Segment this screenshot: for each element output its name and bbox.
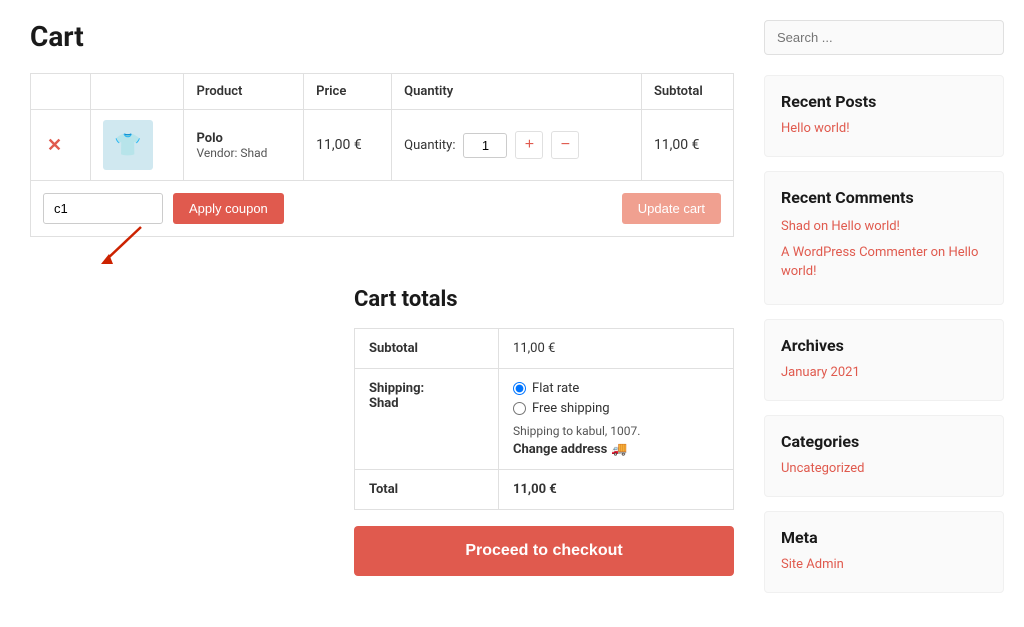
recent-comments-section: Recent Comments Shad on Hello world! A W… [764,171,1004,305]
checkout-button[interactable]: Proceed to checkout [354,526,734,576]
col-image [90,74,184,110]
archive-item[interactable]: January 2021 [781,365,987,380]
categories-section: Categories Uncategorized [764,415,1004,497]
search-input[interactable] [764,20,1004,55]
coupon-input[interactable] [43,193,163,224]
total-row: Total 11,00 € [355,470,734,510]
comment-author-1[interactable]: Shad [781,219,810,234]
product-image-cell: 👕 [90,110,184,181]
subtotal-row: Subtotal 11,00 € [355,329,734,369]
flat-rate-label: Flat rate [532,381,579,396]
col-price: Price [304,74,392,110]
category-item[interactable]: Uncategorized [781,461,987,476]
cart-totals-title: Cart totals [354,287,734,312]
update-cart-button[interactable]: Update cart [622,193,721,224]
archives-section: Archives January 2021 [764,319,1004,401]
shipping-info: Shipping to kabul, 1007. [513,424,719,438]
product-thumbnail: 👕 [103,120,153,170]
main-content: Cart Product Price Quantity Subtotal ✕ [30,20,734,607]
recent-posts-section: Recent Posts Hello world! [764,75,1004,157]
remove-item-button[interactable]: ✕ [43,135,66,156]
coupon-row: Apply coupon Update cart [30,181,734,237]
product-name: Polo [196,131,291,146]
cart-table: Product Price Quantity Subtotal ✕ 👕 [30,73,734,181]
product-subtotal-cell: 11,00 € [641,110,733,181]
quantity-increase-button[interactable]: + [515,131,543,159]
col-product: Product [184,74,304,110]
table-row: ✕ 👕 Polo Vendor: Shad 11,00 € [31,110,734,181]
shipping-options-cell: Flat rate Free shipping Shipping to kabu… [499,369,734,470]
shipping-label-text: Shipping:Shad [369,381,424,411]
arrow-icon [91,222,151,267]
comment-item-2: A WordPress Commenter on Hello world! [781,243,987,282]
col-subtotal: Subtotal [641,74,733,110]
truck-icon: 🚚 [611,442,627,457]
total-value: 11,00 € [499,470,734,510]
recent-posts-title: Recent Posts [781,92,987,111]
product-price-cell: 11,00 € [304,110,392,181]
sidebar: Recent Posts Hello world! Recent Comment… [764,20,1004,607]
meta-title: Meta [781,528,987,547]
quantity-decrease-button[interactable]: − [551,131,579,159]
product-info-cell: Polo Vendor: Shad [184,110,304,181]
shipping-options: Flat rate Free shipping [513,381,719,416]
arrow-indicator [91,222,151,271]
subtotal-value: 11,00 € [499,329,734,369]
remove-cell: ✕ [31,110,91,181]
apply-coupon-button[interactable]: Apply coupon [173,193,284,224]
shirt-icon: 👕 [114,133,141,158]
product-price: 11,00 € [316,137,362,153]
change-address[interactable]: Change address 🚚 [513,442,719,457]
total-label: Total [355,470,499,510]
product-subtotal: 11,00 € [654,137,700,153]
categories-title: Categories [781,432,987,451]
cart-totals-section: Cart totals Subtotal 11,00 € Shipping:Sh… [354,287,734,576]
col-remove [31,74,91,110]
shipping-row: Shipping:Shad Flat rate Free shipp [355,369,734,470]
free-shipping-radio[interactable] [513,402,526,415]
sidebar-search [764,20,1004,55]
quantity-wrapper: Quantity: + − [404,131,629,159]
change-address-label: Change address [513,442,607,457]
quantity-input[interactable] [463,133,507,158]
product-vendor: Vendor: Shad [196,146,291,160]
archives-title: Archives [781,336,987,355]
col-quantity: Quantity [392,74,642,110]
meta-section: Meta Site Admin [764,511,1004,593]
subtotal-label: Subtotal [355,329,499,369]
flat-rate-radio[interactable] [513,382,526,395]
free-shipping-label: Free shipping [532,401,610,416]
meta-item[interactable]: Site Admin [781,557,987,572]
comment-text-1: on Hello world! [814,219,900,234]
recent-post-item[interactable]: Hello world! [781,121,987,136]
quantity-label: Quantity: [404,138,455,153]
free-shipping-option[interactable]: Free shipping [513,401,719,416]
flat-rate-option[interactable]: Flat rate [513,381,719,396]
recent-comments-title: Recent Comments [781,188,987,207]
product-quantity-cell: Quantity: + − [392,110,642,181]
page-title: Cart [30,20,734,53]
shipping-label: Shipping:Shad [355,369,499,470]
comment-author-2[interactable]: A WordPress Commenter [781,245,927,260]
totals-table: Subtotal 11,00 € Shipping:Shad Flat rate [354,328,734,510]
comment-item-1: Shad on Hello world! [781,217,987,237]
